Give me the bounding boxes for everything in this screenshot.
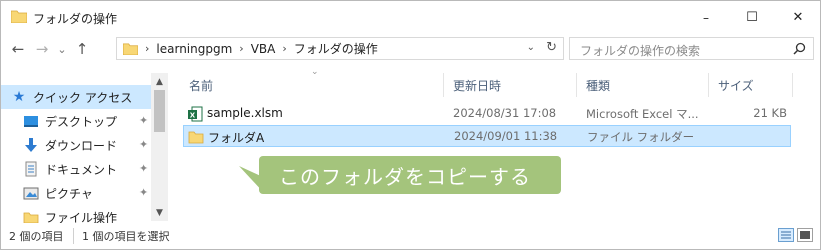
- minimize-button[interactable]: –: [683, 1, 729, 34]
- sidebar-item-label: クイック アクセス: [33, 90, 133, 105]
- document-icon: [25, 161, 37, 177]
- breadcrumb-current-folder[interactable]: フォルダの操作: [294, 40, 378, 57]
- file-size: 21 KB: [753, 106, 787, 120]
- sidebar-item-label: デスクトップ: [45, 114, 118, 129]
- window-title: フォルダの操作: [33, 12, 118, 26]
- breadcrumb-vba[interactable]: VBA: [251, 42, 276, 56]
- excel-file-icon: X: [188, 106, 203, 122]
- large-icons-view-button[interactable]: [797, 228, 813, 242]
- close-icon: ✕: [792, 10, 804, 25]
- sidebar-item-file-ops[interactable]: ファイル操作: [1, 205, 151, 223]
- folder-icon: [11, 10, 27, 23]
- minimize-icon: –: [703, 10, 709, 25]
- file-name: sample.xlsm: [207, 106, 283, 120]
- details-view-icon: [781, 231, 791, 239]
- column-header-type[interactable]: 種類: [586, 77, 610, 94]
- breadcrumb-separator: ›: [282, 42, 287, 55]
- sidebar-item-pictures[interactable]: ピクチャ ✦: [1, 181, 151, 205]
- file-date: 2024/08/31 17:08: [453, 106, 557, 120]
- status-item-count: 2 個の項目: [9, 230, 64, 243]
- scroll-down-icon[interactable]: ▼: [151, 204, 168, 221]
- sidebar-item-downloads[interactable]: ダウンロード ✦: [1, 133, 151, 157]
- callout-box: このフォルダをコピーする: [259, 156, 561, 194]
- pin-icon[interactable]: ✦: [139, 162, 148, 175]
- refresh-icon[interactable]: ↻: [546, 40, 557, 55]
- forward-button[interactable]: →: [31, 38, 53, 60]
- sidebar-item-documents[interactable]: ドキュメント ✦: [1, 157, 151, 181]
- callout-annotation: このフォルダをコピーする: [239, 156, 561, 196]
- folder-icon: [23, 212, 39, 223]
- arrow-right-icon: →: [35, 40, 49, 58]
- sidebar-scrollbar[interactable]: ▲ ▼: [151, 73, 168, 221]
- sidebar-item-label: ダウンロード: [45, 138, 118, 153]
- close-button[interactable]: ✕: [775, 1, 821, 34]
- file-row-sample-xlsm[interactable]: X sample.xlsm 2024/08/31 17:08 Microsoft…: [183, 103, 791, 125]
- address-history-icon[interactable]: ⌄: [527, 42, 535, 53]
- scroll-thumb[interactable]: [154, 90, 165, 132]
- address-bar[interactable]: › learningpgm › VBA › フォルダの操作 ⌄ ↻: [116, 37, 564, 60]
- file-name: フォルダA: [208, 131, 265, 145]
- status-bar: 2 個の項目 1 個の項目を選択: [1, 223, 820, 249]
- star-icon: ★: [12, 89, 26, 105]
- sidebar-item-desktop[interactable]: デスクトップ ✦: [1, 109, 151, 133]
- file-row-folder-a[interactable]: フォルダA 2024/09/01 11:38 ファイル フォルダー: [183, 125, 791, 147]
- column-divider[interactable]: [576, 73, 577, 97]
- column-divider[interactable]: [443, 73, 444, 97]
- explorer-window: フォルダの操作 – ☐ ✕ ← → ⌄ ↑ › learningpgm › VB…: [0, 0, 821, 250]
- pin-icon[interactable]: ✦: [139, 138, 148, 151]
- column-header-size[interactable]: サイズ: [718, 77, 754, 94]
- desktop-icon: [24, 116, 38, 127]
- scroll-up-icon[interactable]: ▲: [151, 73, 168, 90]
- details-view-button[interactable]: [778, 228, 794, 242]
- chevron-down-icon: ⌄: [57, 42, 67, 56]
- sidebar-item-label: ピクチャ: [45, 186, 93, 201]
- file-date: 2024/09/01 11:38: [454, 129, 558, 143]
- sidebar-item-label: ドキュメント: [45, 162, 118, 177]
- folder-icon: [123, 43, 138, 55]
- status-selected-count: 1 個の項目を選択: [73, 228, 170, 244]
- maximize-icon: ☐: [746, 10, 758, 25]
- title-bar: フォルダの操作 – ☐ ✕: [1, 1, 820, 34]
- column-divider[interactable]: [708, 73, 709, 97]
- maximize-button[interactable]: ☐: [729, 1, 775, 34]
- picture-icon: [23, 187, 39, 200]
- callout-text: このフォルダをコピーする: [279, 164, 531, 189]
- column-headers: 名前 ⌄ 更新日時 種類 サイズ: [181, 67, 811, 97]
- search-icon: [793, 42, 806, 55]
- navigation-pane: ★ クイック アクセス デスクトップ ✦ ダウンロード ✦ ドキュメント ✦ ピ…: [1, 73, 169, 223]
- svg-text:X: X: [190, 111, 196, 119]
- column-header-name[interactable]: 名前: [189, 77, 213, 94]
- column-header-date[interactable]: 更新日時: [453, 77, 501, 94]
- pin-icon[interactable]: ✦: [139, 114, 148, 127]
- up-button[interactable]: ↑: [71, 38, 93, 60]
- navigation-bar: ← → ⌄ ↑ › learningpgm › VBA › フォルダの操作 ⌄ …: [1, 34, 820, 64]
- breadcrumb-separator: ›: [239, 42, 244, 55]
- file-type: Microsoft Excel マ...: [586, 107, 699, 121]
- file-type: ファイル フォルダー: [587, 130, 695, 144]
- download-icon: [25, 138, 37, 152]
- recent-locations-button[interactable]: ⌄: [55, 38, 69, 60]
- arrow-left-icon: ←: [11, 40, 25, 58]
- search-input[interactable]: フォルダの操作の検索: [569, 37, 814, 60]
- sidebar-item-label: ファイル操作: [45, 210, 118, 224]
- breadcrumb-separator: ›: [145, 42, 150, 55]
- pin-icon[interactable]: ✦: [139, 186, 148, 199]
- sort-indicator-icon: ⌄: [311, 67, 319, 77]
- back-button[interactable]: ←: [7, 38, 29, 60]
- folder-icon: [188, 131, 204, 144]
- large-icons-view-icon: [800, 231, 810, 239]
- column-divider[interactable]: [792, 73, 793, 97]
- breadcrumb-learningpgm[interactable]: learningpgm: [156, 42, 232, 56]
- arrow-up-icon: ↑: [75, 40, 89, 58]
- search-placeholder: フォルダの操作の検索: [580, 44, 701, 58]
- sidebar-item-quick-access[interactable]: ★ クイック アクセス: [1, 85, 151, 109]
